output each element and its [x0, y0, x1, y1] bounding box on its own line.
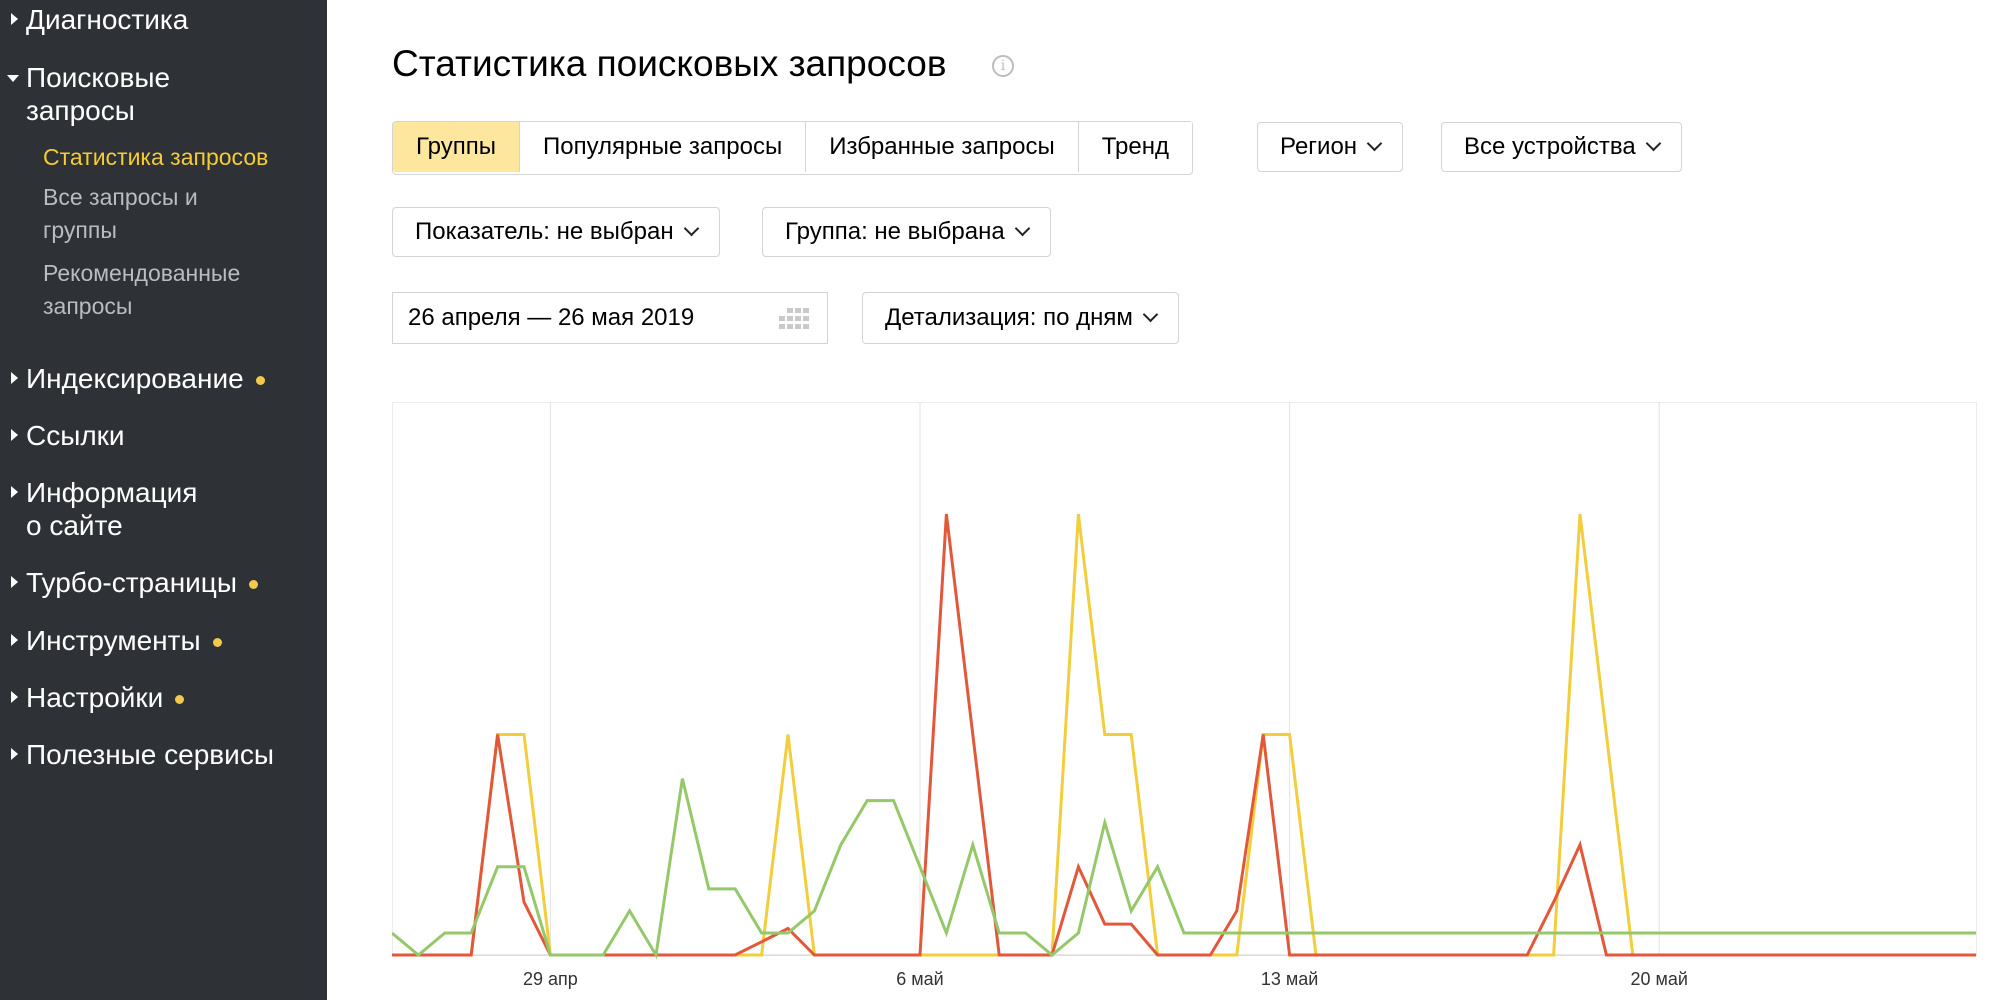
nav-label: Полезные сервисы [26, 739, 274, 770]
x-tick-label: 6 май [896, 969, 943, 989]
tab-popular-queries[interactable]: Популярные запросы [519, 122, 807, 172]
expand-arrow-icon [11, 576, 18, 588]
nav-item-site-info[interactable]: Информация о сайте [0, 476, 327, 546]
nav-label: Турбо-страницы [26, 567, 237, 598]
subnav-item-all-queries[interactable]: Все запросы и группы [43, 181, 313, 247]
nav-item-diagnostics[interactable]: Диагностика [0, 3, 327, 39]
query-stats-chart: 29 апр 6 май 13 май 20 май [392, 402, 1977, 992]
series-line-0 [392, 513, 1976, 957]
nav-item-turbo-pages[interactable]: Турбо-страницы [0, 566, 327, 602]
notification-dot-icon [248, 580, 258, 590]
nav-item-indexing[interactable]: Индексирование [0, 362, 327, 398]
tab-favorite-queries[interactable]: Избранные запросы [806, 122, 1079, 172]
tab-groups[interactable]: Группы [393, 122, 520, 172]
nav-item-settings[interactable]: Настройки [0, 681, 327, 717]
collapse-arrow-icon [7, 75, 19, 82]
series-line-2 [392, 778, 1976, 960]
nav-label: Ссылки [26, 420, 125, 451]
page-title: Статистика поисковых запросов [392, 43, 947, 84]
calendar-icon[interactable] [779, 308, 811, 330]
nav-label: Поисковые запросы [26, 62, 171, 126]
chevron-down-icon [1645, 135, 1661, 152]
expand-arrow-icon [11, 13, 18, 25]
subnav-item-query-stats[interactable]: Статистика запросов [43, 141, 313, 174]
expand-arrow-icon [11, 486, 18, 498]
nav-label: Инструменты [26, 625, 201, 656]
chart-canvas: 29 апр 6 май 13 май 20 май [392, 402, 1977, 989]
expand-arrow-icon [11, 429, 18, 441]
subnav-item-recommended[interactable]: Рекомендованные запросы [43, 257, 313, 323]
plot-frame [392, 402, 1977, 956]
indicator-dropdown-label: Показатель: не выбран [415, 218, 674, 245]
detail-dropdown-label: Детализация: по дням [885, 304, 1133, 331]
nav-item-search-queries[interactable]: Поисковые запросы [0, 61, 327, 131]
indicator-dropdown[interactable]: Показатель: не выбран [392, 207, 720, 257]
nav-item-links[interactable]: Ссылки [0, 419, 327, 455]
group-dropdown-label: Группа: не выбрана [785, 218, 1005, 245]
tab-trend[interactable]: Тренд [1078, 122, 1192, 172]
nav-item-tools[interactable]: Инструменты [0, 624, 327, 660]
report-tabs: Группы Популярные запросы Избранные запр… [392, 121, 1193, 175]
group-dropdown[interactable]: Группа: не выбрана [762, 207, 1051, 257]
info-icon[interactable]: i [992, 55, 1014, 77]
expand-arrow-icon [11, 748, 18, 760]
series-line-1 [392, 513, 1976, 957]
notification-dot-icon [212, 638, 222, 648]
x-tick-label: 20 май [1630, 969, 1687, 989]
region-dropdown[interactable]: Регион [1257, 122, 1404, 172]
devices-dropdown-label: Все устройства [1464, 133, 1636, 160]
nav-label: Информация о сайте [26, 477, 198, 541]
sidebar: Диагностика Поисковые запросы Статистика… [0, 0, 327, 1000]
chevron-down-icon [683, 220, 699, 237]
x-tick-label: 29 апр [523, 969, 578, 989]
chevron-down-icon [1366, 135, 1383, 152]
nav-label: Индексирование [26, 363, 244, 394]
nav-label: Диагностика [26, 4, 189, 35]
detail-dropdown[interactable]: Детализация: по дням [862, 292, 1179, 344]
expand-arrow-icon [11, 372, 18, 384]
notification-dot-icon [255, 376, 265, 386]
notification-dot-icon [175, 695, 185, 705]
expand-arrow-icon [11, 691, 18, 703]
chevron-down-icon [1142, 306, 1159, 323]
nav-label: Настройки [26, 682, 164, 713]
date-range-value: 26 апреля — 26 мая 2019 [408, 304, 695, 331]
x-tick-label: 13 май [1261, 969, 1318, 989]
expand-arrow-icon [11, 634, 18, 646]
region-dropdown-label: Регион [1280, 133, 1358, 160]
chevron-down-icon [1014, 220, 1030, 237]
devices-dropdown[interactable]: Все устройства [1441, 122, 1682, 172]
date-range-input[interactable]: 26 апреля — 26 мая 2019 [392, 292, 828, 344]
nav-item-useful-services[interactable]: Полезные сервисы [0, 738, 327, 774]
